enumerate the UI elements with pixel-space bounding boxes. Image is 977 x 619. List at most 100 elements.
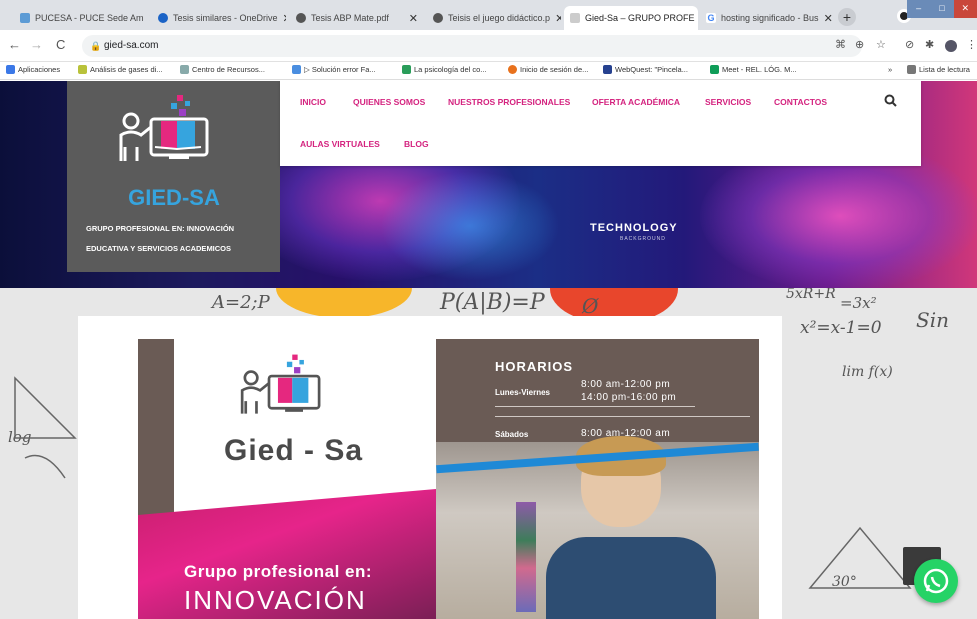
maximize-button[interactable]: □: [930, 0, 954, 18]
tab-gied-sa[interactable]: Gied-Sa – GRUPO PROFE ✕: [564, 6, 698, 30]
bookmark-webquest[interactable]: WebQuest: "Pincela...: [603, 65, 688, 74]
nav-nuestros-profesionales[interactable]: NUESTROS PROFESIONALES: [448, 97, 570, 107]
bookmarks-more-label: »: [888, 65, 893, 74]
lock-icon: 🔒: [90, 41, 102, 51]
forward-icon[interactable]: →: [30, 37, 43, 52]
bookmarks-more-button[interactable]: »: [888, 65, 892, 74]
close-icon[interactable]: ✕: [555, 12, 561, 25]
tab-teisis[interactable]: Teisis el juego didáctico.p ✕: [427, 6, 561, 30]
close-icon[interactable]: ✕: [283, 12, 286, 25]
bookmark-recursos[interactable]: Centro de Recursos...: [180, 65, 265, 74]
flyer-subtitle: Grupo profesional en:: [184, 562, 373, 581]
bookmark-label: La psicología del co...: [414, 65, 487, 74]
webquest-icon: [603, 65, 612, 74]
site-logo-block[interactable]: GIED-SA GRUPO PROFESIONAL EN: INNOVACIÓN…: [67, 81, 280, 272]
hero-technology-text: TECHNOLOGY: [590, 222, 678, 234]
toy-blocks: [516, 502, 536, 612]
bookmark-label: WebQuest: "Pincela...: [615, 65, 688, 74]
bookmark-gases[interactable]: Análisis de gases di...: [78, 65, 163, 74]
yellow-circle-doodle: [276, 288, 412, 318]
hero-wave: [380, 171, 560, 281]
tab-title: Tesis ABP Mate.pdf: [311, 13, 389, 23]
tab-google[interactable]: G hosting significado - Bus ✕: [700, 6, 834, 30]
hero-background-text: BACKGROUND: [620, 236, 666, 242]
search-icon[interactable]: [884, 94, 897, 107]
bookmark-label: Aplicaciones: [18, 65, 61, 74]
schedule-divider: [495, 416, 750, 417]
apps-grid-icon[interactable]: ⌘: [835, 38, 846, 51]
scribble-text: lim f(x): [842, 364, 893, 380]
nav-oferta-academica[interactable]: OFERTA ACADÉMICA: [592, 97, 680, 107]
tagline-line-2: EDUCATIVA Y SERVICIOS ACADEMICOS: [86, 244, 232, 253]
flyer-headline: INNOVACIÓN: [184, 585, 367, 615]
minimize-button[interactable]: –: [907, 0, 931, 18]
menu-icon[interactable]: ⋮: [966, 38, 977, 51]
schedule-divider: [495, 406, 695, 407]
close-icon[interactable]: ✕: [149, 12, 150, 25]
whatsapp-icon: [923, 568, 949, 594]
nav-aulas-virtuales[interactable]: AULAS VIRTUALES: [300, 139, 380, 149]
scribble-text: A=2;P: [212, 292, 270, 313]
bookmark-label: Meet - REL. LÓG. M...: [722, 65, 797, 74]
bookmark-meet[interactable]: Meet - REL. LÓG. M...: [710, 65, 797, 74]
globe-favicon: [433, 13, 443, 23]
scribble-text: =3x²: [840, 294, 877, 312]
child-playing-photo: [436, 436, 759, 619]
tab-tesis-abp[interactable]: Tesis ABP Mate.pdf ✕: [290, 6, 424, 30]
bookmark-label: Centro de Recursos...: [192, 65, 265, 74]
star-icon[interactable]: ☆: [876, 38, 886, 51]
bookmark-label: Análisis de gases di...: [90, 65, 163, 74]
tab-title: PUCESA - PUCE Sede Am: [35, 13, 144, 23]
tab-title: Tesis similares - OneDrive: [173, 13, 278, 23]
nav-contactos[interactable]: CONTACTOS: [774, 97, 827, 107]
close-icon[interactable]: ✕: [409, 12, 418, 25]
main-nav: INICIO QUIENES SOMOS NUESTROS PROFESIONA…: [280, 81, 921, 166]
geometry-doodle: [14, 376, 77, 479]
flyer-logo-icon: [240, 354, 321, 414]
triangle-doodle: [808, 526, 912, 589]
tab-onedrive[interactable]: Tesis similares - OneDrive ✕: [152, 6, 286, 30]
gied-favicon: [570, 13, 580, 23]
back-icon[interactable]: ←: [8, 37, 21, 52]
tab-pucesa[interactable]: PUCESA - PUCE Sede Am ✕: [14, 6, 150, 30]
onedrive-favicon: [158, 13, 168, 23]
nav-inicio[interactable]: INICIO: [300, 97, 326, 107]
reading-list-button[interactable]: Lista de lectura: [907, 65, 970, 74]
bookmark-label: ▷ Solución error Fa...: [304, 65, 376, 74]
scribble-text: P(A|B)=P: [440, 290, 545, 315]
new-tab-button[interactable]: +: [838, 8, 856, 26]
reading-list-icon: [907, 65, 916, 74]
bookmark-psicologia[interactable]: La psicología del co...: [402, 65, 487, 74]
url-text: gied-sa.com: [104, 40, 159, 51]
bookmark-apps[interactable]: Aplicaciones: [6, 65, 60, 74]
logo-icon: [119, 95, 209, 161]
address-bar: ← → C 🔒 gied-sa.com ⌘ ⊕ ☆ ⊘ ✱ ⋮: [0, 30, 977, 62]
schedule-saturday-label: Sábados: [495, 430, 529, 439]
flower-icon: [180, 65, 189, 74]
bookmark-inicio-sesion[interactable]: Inicio de sesión de...: [508, 65, 588, 74]
puzzle-icon[interactable]: ✱: [925, 38, 934, 51]
zoom-icon[interactable]: ⊕: [855, 38, 864, 51]
sheet-icon: [402, 65, 411, 74]
close-window-button[interactable]: ✕: [953, 0, 977, 18]
tab-title: hosting significado - Bus: [721, 13, 819, 23]
scribble-text: 5xR+R: [786, 288, 836, 302]
brand-icon: [508, 65, 517, 74]
bookmark-solucion[interactable]: ▷ Solución error Fa...: [292, 65, 376, 74]
scribble-text: Sin: [916, 308, 949, 332]
url-field[interactable]: 🔒 gied-sa.com: [82, 35, 862, 57]
whatsapp-button[interactable]: [914, 559, 958, 603]
nav-servicios[interactable]: SERVICIOS: [705, 97, 751, 107]
nav-quienes-somos[interactable]: QUIENES SOMOS: [353, 97, 425, 107]
close-icon[interactable]: ✕: [824, 12, 833, 25]
tab-title: Gied-Sa – GRUPO PROFE: [585, 13, 695, 23]
extension-icon[interactable]: ⊘: [905, 38, 914, 51]
website-viewport: TECHNOLOGY BACKGROUND GIED-SA GRUPO PROF…: [0, 81, 977, 619]
tab-title: Teisis el juego didáctico.p: [448, 13, 551, 23]
avatar[interactable]: [945, 40, 957, 52]
globe-favicon: [296, 13, 306, 23]
tagline-line-1: GRUPO PROFESIONAL EN: INNOVACIÓN: [86, 224, 235, 233]
nav-blog[interactable]: BLOG: [404, 139, 429, 149]
scribble-text: Ø: [582, 294, 599, 318]
reload-icon[interactable]: C: [56, 37, 65, 52]
